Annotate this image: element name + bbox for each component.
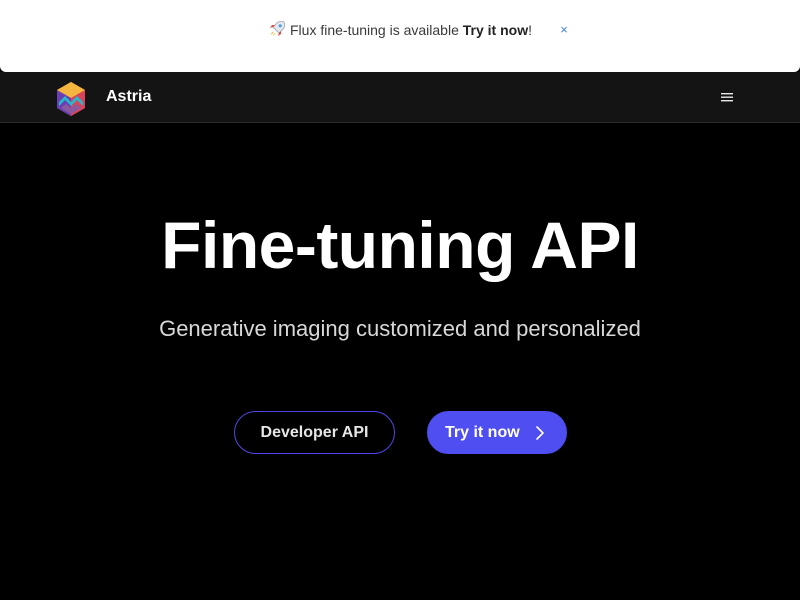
rocket-icon: [270, 21, 285, 36]
hamburger-menu-icon[interactable]: [719, 87, 735, 107]
hero-subtitle: Generative imaging customized and person…: [159, 316, 641, 341]
hero-title: Fine-tuning API: [161, 208, 639, 282]
astria-logo-icon[interactable]: [53, 81, 89, 117]
announcement-try-link[interactable]: Try it now: [463, 22, 528, 38]
chevron-right-icon: [536, 426, 544, 440]
developer-api-button[interactable]: Developer API: [234, 411, 395, 454]
announcement-message: Flux fine-tuning is available Try it now…: [0, 20, 800, 40]
top-navbar: Astria: [0, 72, 800, 123]
try-it-now-button[interactable]: Try it now: [427, 411, 567, 454]
brand-name[interactable]: Astria: [106, 86, 151, 108]
close-icon[interactable]: ×: [557, 20, 571, 40]
try-it-now-label: Try it now: [445, 424, 520, 441]
announcement-banner: Flux fine-tuning is available Try it now…: [0, 0, 800, 72]
developer-api-label: Developer API: [260, 424, 369, 441]
announcement-text: Flux fine-tuning is available: [290, 22, 459, 38]
announcement-suffix: !: [528, 22, 532, 38]
